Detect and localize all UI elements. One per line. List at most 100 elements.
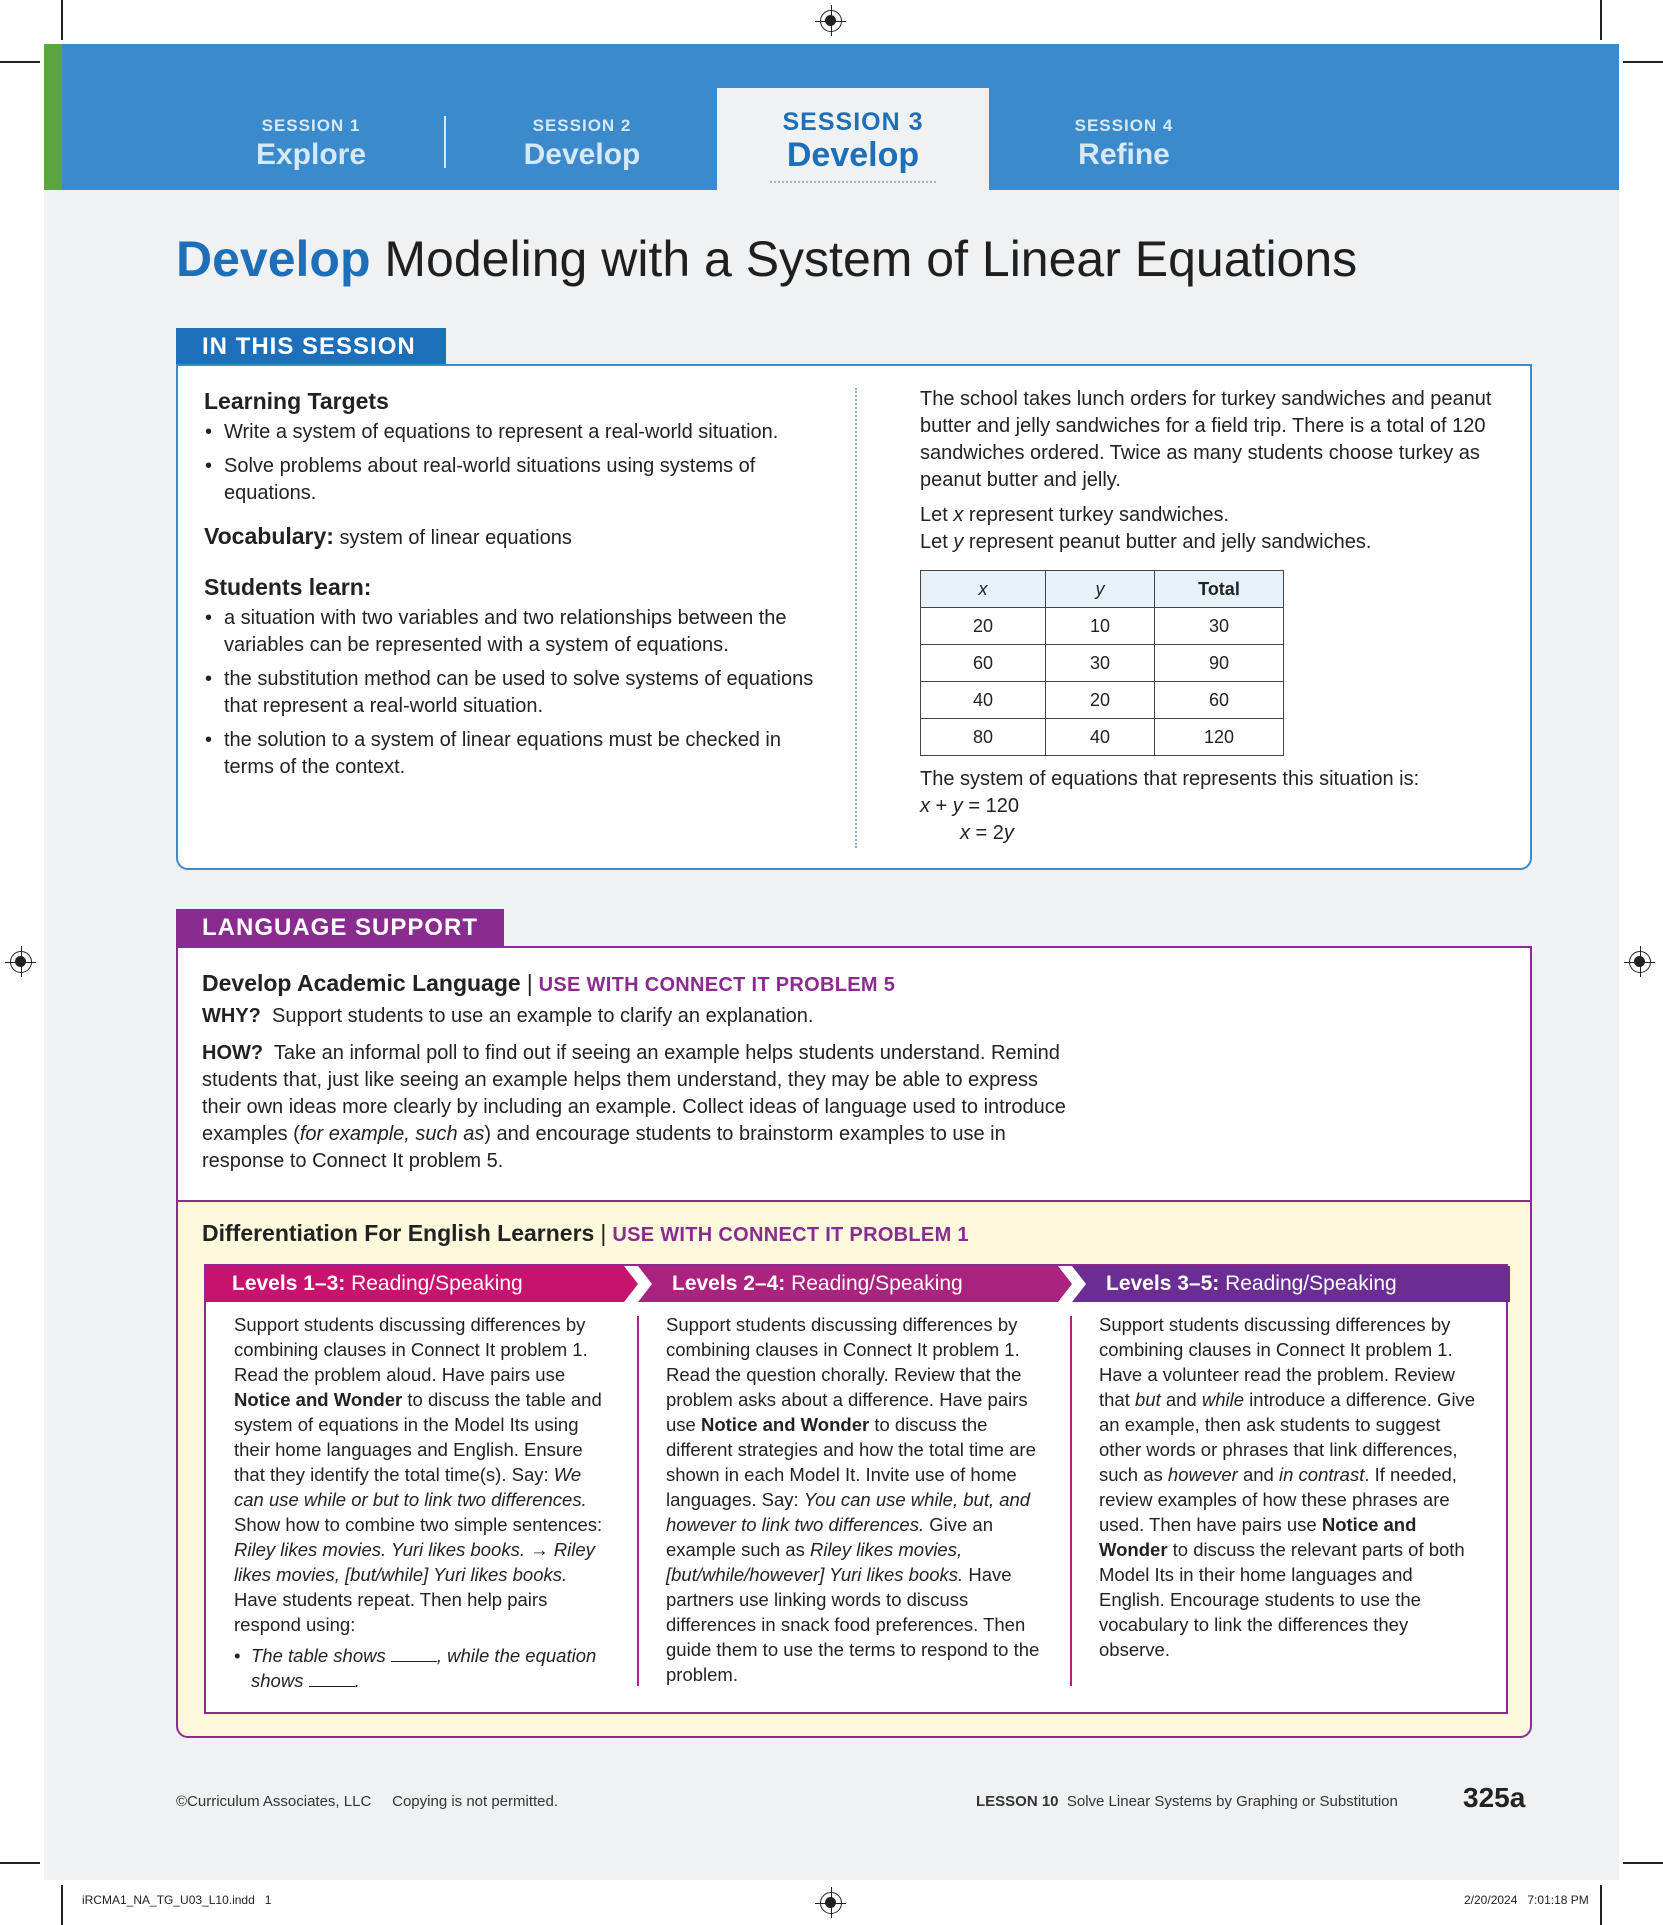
academic-language-heading: Develop Academic Language | USE WITH CONNE… [202,970,1082,999]
heading-separator: | [600,1220,607,1246]
var-x: x [920,795,930,817]
differentiation-heading: Differentiation For English Learners | USE… [202,1220,969,1247]
italic-text: Riley likes movies. Yuri likes books. → … [234,1539,595,1585]
system-intro: The system of equations that represents … [920,768,1420,790]
registration-mark-icon [815,1887,846,1918]
blank-line [390,1661,437,1662]
table-row: 20 10 30 [920,607,1284,645]
registration-mark-icon [815,5,846,36]
crop-mark [1623,61,1663,63]
let-x: Let x represent turkey sandwiches. [920,502,1500,529]
level-label: Levels 2–4: [672,1272,786,1295]
unit-color-bar [44,44,62,190]
column-header: Total [1154,570,1284,608]
text: The table shows [251,1645,391,1666]
list-item: the substitution method can be used to s… [204,666,834,720]
session-number: SESSION 1 [261,116,361,135]
italic-text: however [1167,1464,1238,1485]
table-cell: 30 [1045,644,1155,682]
table-cell: 90 [1154,644,1284,682]
crop-mark [1600,0,1602,40]
tab-session-4[interactable]: SESSION 4 Refine [1024,116,1224,172]
text: = 2 [970,822,1004,844]
let-y: Let y represent peanut butter and jelly … [920,529,1500,556]
text: and [1237,1464,1279,1485]
table-cell: 10 [1045,607,1155,645]
level-label: Levels 1–3: [232,1272,346,1295]
tab-session-2[interactable]: SESSION 2 Develop [482,116,682,172]
crop-mark [1623,1862,1663,1864]
values-table: x y Total 20 10 30 60 30 90 40 20 60 80 40 120 [920,570,1284,756]
level-2-text: Support students discussing differences … [666,1312,1046,1687]
tab-session-1[interactable]: SESSION 1 Explore [211,116,411,172]
differentiation-box: Differentiation For English Learners | USE… [176,1200,1532,1738]
text: Support students discussing differences … [234,1314,588,1385]
level-label: Levels 3–5: [1106,1272,1220,1295]
why-paragraph: WHY? Support students to use an example … [202,1003,1082,1030]
var-y: y [952,795,963,817]
in-this-session-box: Learning Targets Write a system of equat… [176,364,1532,870]
table-row: 60 30 90 [920,644,1284,682]
table-row: 80 40 120 [920,718,1284,756]
level-3-text: Support students discussing differences … [1099,1312,1479,1662]
vocabulary: Vocabulary: system of linear equations [204,523,834,552]
in-this-session-label: IN THIS SESSION [176,328,446,366]
how-paragraph: HOW? Take an informal poll to find out i… [202,1040,1082,1175]
learning-targets-list: Write a system of equations to represent… [204,419,834,507]
level-1-text: Support students discussing differences … [234,1312,614,1693]
table-cell: 40 [1045,718,1155,756]
table-cell: 80 [920,718,1046,756]
crop-mark [1600,1885,1602,1925]
students-learn-heading: Students learn: [204,574,372,600]
list-item: the solution to a system of linear equat… [204,727,834,781]
lesson-title: Solve Linear Systems by Graphing or Subs… [1058,1793,1398,1810]
table-cell: 20 [920,607,1046,645]
how-label: HOW? [202,1042,264,1064]
var-x: x [960,822,970,844]
why-label: WHY? [202,1005,261,1027]
equation-2: x = 2y [920,820,1500,847]
level-skill: Reading/Speaking [345,1272,523,1295]
text: = 120 [962,795,1019,817]
heading-text: Differentiation For English Learners [202,1220,595,1246]
session-name: Develop [786,136,920,174]
session-number: SESSION 4 [1074,116,1174,135]
list-item: Write a system of equations to represent… [204,419,834,446]
text: and [1160,1389,1202,1410]
column-header: y [1045,570,1155,608]
levels-panel: Levels 1–3: Reading/Speaking Levels 2–4:… [204,1264,1510,1714]
learning-targets-heading: Learning Targets [204,388,389,414]
session-number: SESSION 3 [782,108,924,136]
column-divider [637,1316,639,1686]
level-skill: Reading/Speaking [1219,1272,1397,1295]
date-slug: 2/20/2024 7:01:18 PM [1464,1893,1589,1907]
registration-mark-icon [5,946,36,977]
sentence-frame-list: The table shows , while the equation sho… [234,1643,614,1693]
level-banner-3: Levels 3–5: Reading/Speaking [1072,1266,1510,1302]
italic-text: in contrast [1279,1464,1365,1485]
vocabulary-label: Vocabulary: [204,523,334,549]
crop-mark [0,1862,40,1864]
active-tab-underline [770,181,936,183]
table-cell: 30 [1154,607,1284,645]
text: . [354,1670,360,1691]
italic-text: but [1135,1389,1161,1410]
students-learn-list: a situation with two variables and two r… [204,605,834,781]
heading-text: Develop Academic Language [202,970,521,996]
academic-language: Develop Academic Language | USE WITH CONNE… [202,970,1082,1185]
italic-text: while [1201,1389,1245,1410]
text: Let [920,504,954,526]
column-divider [855,388,857,848]
text: represent peanut butter and jelly sandwi… [963,531,1372,553]
crop-mark [61,0,63,40]
session-number: SESSION 2 [532,116,632,135]
column-divider [1070,1316,1072,1686]
table-cell: 20 [1045,681,1155,719]
list-item: a situation with two variables and two r… [204,605,834,659]
italic-text: for example, such as [299,1123,485,1145]
title-accent: Develop [176,231,371,287]
session-name: Explore [255,138,367,171]
tab-session-3-active[interactable]: SESSION 3 Develop [717,88,989,190]
text: Let [920,531,954,553]
table-row: 40 20 60 [920,681,1284,719]
